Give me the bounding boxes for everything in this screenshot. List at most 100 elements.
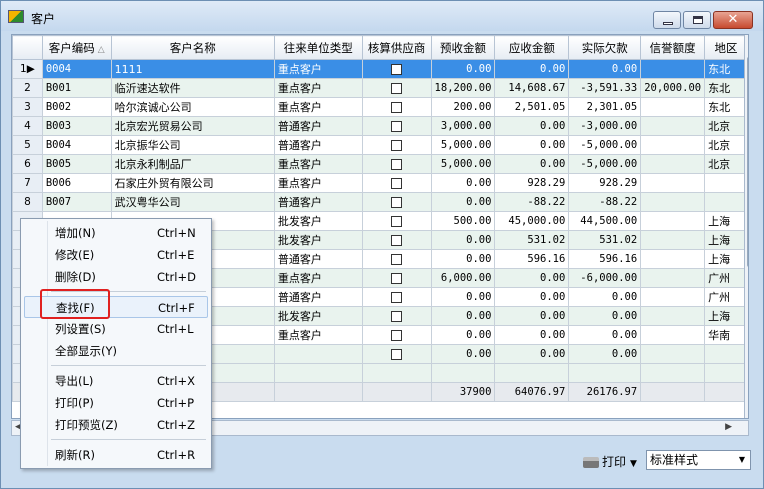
- cell-region[interactable]: 上海: [704, 306, 748, 326]
- table-row[interactable]: 1▶ 0004 1111 重点客户 0.00 0.00 0.00 东北: [12, 59, 748, 79]
- cell-region[interactable]: 东北: [704, 97, 748, 117]
- cell-prepaid[interactable]: 500.00: [430, 211, 496, 231]
- cell-type[interactable]: 重点客户: [273, 97, 363, 117]
- print-button[interactable]: 打印 ▼: [583, 453, 637, 470]
- cell-owed[interactable]: 0.00: [568, 325, 642, 345]
- cell-code[interactable]: B002: [41, 97, 112, 117]
- row-number[interactable]: 2: [12, 78, 43, 98]
- cell-supplier[interactable]: [361, 268, 432, 288]
- supplier-checkbox[interactable]: [391, 121, 403, 132]
- menu-item-show-all[interactable]: 全部显示(Y): [24, 340, 208, 362]
- menu-item-refresh[interactable]: 刷新(R) Ctrl+R: [24, 444, 208, 466]
- cell-prepaid[interactable]: 0.00: [430, 230, 496, 250]
- supplier-checkbox[interactable]: [391, 330, 403, 341]
- cell-supplier[interactable]: [361, 154, 432, 174]
- cell-owed[interactable]: 44,500.00: [568, 211, 642, 231]
- cell-prepaid[interactable]: 0.00: [430, 325, 496, 345]
- cell-credit[interactable]: [640, 154, 706, 174]
- cell-receivable[interactable]: 0.00: [494, 59, 570, 79]
- cell-code[interactable]: B007: [41, 192, 112, 212]
- maximize-button[interactable]: [683, 11, 711, 29]
- supplier-checkbox[interactable]: [391, 83, 403, 94]
- cell-prepaid[interactable]: 0.00: [430, 173, 496, 193]
- cell-prepaid[interactable]: 200.00: [430, 97, 496, 117]
- supplier-checkbox[interactable]: [391, 349, 403, 360]
- cell-owed[interactable]: -5,000.00: [568, 154, 642, 174]
- supplier-checkbox[interactable]: [391, 254, 403, 265]
- cell-credit[interactable]: [640, 344, 706, 364]
- cell-supplier[interactable]: [361, 173, 432, 193]
- row-number[interactable]: 6: [12, 154, 43, 174]
- cell-owed[interactable]: 2,301.05: [568, 97, 642, 117]
- cell-credit[interactable]: [640, 97, 706, 117]
- supplier-checkbox[interactable]: [391, 197, 403, 208]
- table-row[interactable]: 6 B005 北京永利制品厂 重点客户 5,000.00 0.00 -5,000.00 北京: [12, 154, 748, 174]
- supplier-checkbox[interactable]: [391, 178, 403, 189]
- menu-item-add[interactable]: 增加(N) Ctrl+N: [24, 222, 208, 244]
- cell-region[interactable]: [704, 344, 748, 364]
- cell-prepaid[interactable]: 0.00: [430, 344, 496, 364]
- cell-credit[interactable]: [640, 59, 706, 79]
- cell-supplier[interactable]: [361, 230, 432, 250]
- cell-region[interactable]: 广州: [704, 268, 748, 288]
- supplier-checkbox[interactable]: [391, 216, 403, 227]
- table-row[interactable]: 8 B007 武汉粤华公司 普通客户 0.00 -88.22 -88.22: [12, 192, 748, 212]
- cell-receivable[interactable]: 2,501.05: [494, 97, 570, 117]
- cell-type[interactable]: 重点客户: [273, 173, 363, 193]
- row-number[interactable]: 5: [12, 135, 43, 155]
- table-row[interactable]: 3 B002 哈尔滨诚心公司 重点客户 200.00 2,501.05 2,301.05 东北: [12, 97, 748, 117]
- header-owed[interactable]: 实际欠款: [568, 35, 642, 60]
- cell-receivable[interactable]: 0.00: [494, 306, 570, 326]
- header-code[interactable]: 客户编码 △: [41, 35, 112, 60]
- cell-credit[interactable]: [640, 211, 706, 231]
- cell-supplier[interactable]: [361, 116, 432, 136]
- cell-credit[interactable]: [640, 249, 706, 269]
- supplier-checkbox[interactable]: [391, 311, 403, 322]
- menu-item-export[interactable]: 导出(L) Ctrl+X: [24, 370, 208, 392]
- cell-type[interactable]: 普通客户: [273, 135, 363, 155]
- cell-supplier[interactable]: [361, 306, 432, 326]
- scroll-right-icon[interactable]: ▶: [725, 422, 732, 432]
- minimize-button[interactable]: [653, 11, 681, 29]
- cell-credit[interactable]: [640, 230, 706, 250]
- supplier-checkbox[interactable]: [391, 64, 403, 75]
- cell-region[interactable]: 华南: [704, 325, 748, 345]
- supplier-checkbox[interactable]: [391, 140, 403, 151]
- cell-type[interactable]: 批发客户: [273, 230, 363, 250]
- cell-supplier[interactable]: [361, 249, 432, 269]
- header-prepaid[interactable]: 预收金额: [430, 35, 496, 60]
- row-number[interactable]: 8: [12, 192, 43, 212]
- cell-type[interactable]: 重点客户: [273, 59, 363, 79]
- cell-type[interactable]: 普通客户: [273, 249, 363, 269]
- cell-prepaid[interactable]: 0.00: [430, 306, 496, 326]
- cell-credit[interactable]: [640, 268, 706, 288]
- cell-name[interactable]: 北京宏光贸易公司: [110, 116, 275, 136]
- header-region[interactable]: 地区: [704, 35, 748, 60]
- cell-region[interactable]: 上海: [704, 230, 748, 250]
- cell-owed[interactable]: 0.00: [568, 287, 642, 307]
- cell-type[interactable]: 批发客户: [273, 211, 363, 231]
- cell-name[interactable]: 临沂速达软件: [110, 78, 275, 98]
- cell-prepaid[interactable]: 5,000.00: [430, 154, 496, 174]
- cell-region[interactable]: [704, 192, 748, 212]
- print-style-select[interactable]: 标准样式 ▼: [646, 450, 751, 470]
- cell-receivable[interactable]: 928.29: [494, 173, 570, 193]
- cell-receivable[interactable]: 0.00: [494, 154, 570, 174]
- cell-supplier[interactable]: [361, 135, 432, 155]
- cell-prepaid[interactable]: 18,200.00: [430, 78, 496, 98]
- header-supplier[interactable]: 核算供应商: [361, 35, 432, 60]
- vertical-scrollbar[interactable]: ▲ ▼: [744, 35, 748, 418]
- cell-type[interactable]: 普通客户: [273, 192, 363, 212]
- cell-receivable[interactable]: 0.00: [494, 325, 570, 345]
- cell-credit[interactable]: [640, 173, 706, 193]
- cell-owed[interactable]: 596.16: [568, 249, 642, 269]
- cell-region[interactable]: 北京: [704, 154, 748, 174]
- header-type[interactable]: 往来单位类型: [273, 35, 363, 60]
- cell-type[interactable]: 重点客户: [273, 325, 363, 345]
- supplier-checkbox[interactable]: [391, 292, 403, 303]
- dropdown-arrow-icon[interactable]: ▼: [735, 452, 749, 468]
- cell-type[interactable]: 重点客户: [273, 268, 363, 288]
- table-row[interactable]: 4 B003 北京宏光贸易公司 普通客户 3,000.00 0.00 -3,000.00 北京: [12, 116, 748, 136]
- vertical-scroll-thumb[interactable]: [747, 57, 748, 267]
- cell-supplier[interactable]: [361, 97, 432, 117]
